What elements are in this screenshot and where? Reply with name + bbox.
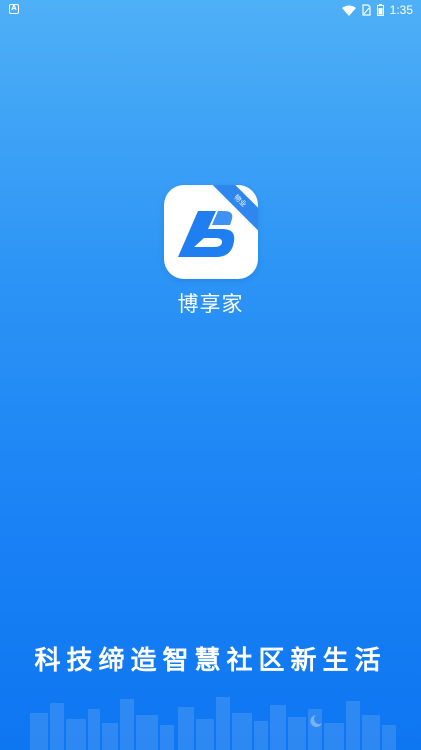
splash-screen: A 1:35 物业 博享家 科技缔造智慧社区新生活 (0, 0, 421, 750)
app-notification-icon: A (9, 4, 19, 14)
city-skyline-decoration (30, 697, 396, 750)
status-bar: A 1:35 (0, 0, 421, 20)
app-logo: 物业 (164, 185, 258, 279)
status-icons: 1:35 (341, 2, 413, 18)
wifi-icon (341, 5, 356, 16)
status-time: 1:35 (389, 3, 413, 17)
battery-icon (376, 4, 384, 16)
sim-icon (362, 4, 371, 16)
slogan: 科技缔造智慧社区新生活 (34, 646, 387, 676)
app-name: 博享家 (177, 292, 244, 316)
